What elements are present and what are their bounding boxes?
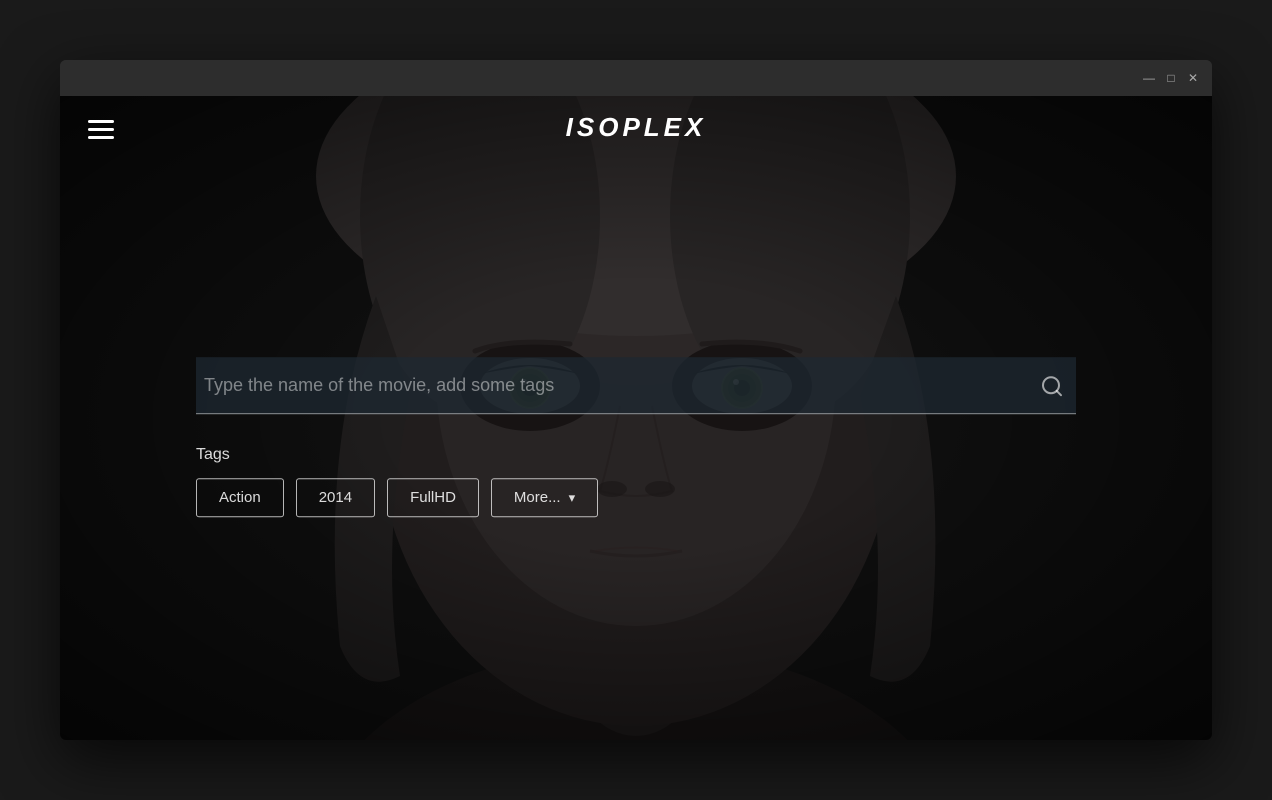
tags-section: Tags Action 2014 FullHD More... ▾ <box>196 446 1076 517</box>
search-button[interactable] <box>1040 374 1064 398</box>
maximize-button[interactable]: □ <box>1164 71 1178 85</box>
search-area: Tags Action 2014 FullHD More... ▾ <box>196 357 1076 517</box>
main-content: ISOPLEX Tags Action 2014 F <box>60 96 1212 740</box>
window-controls: — □ ✕ <box>1142 71 1200 85</box>
hamburger-line-3 <box>88 136 114 139</box>
tags-label: Tags <box>196 446 1076 464</box>
tag-fullhd[interactable]: FullHD <box>387 478 479 517</box>
tag-action[interactable]: Action <box>196 478 284 517</box>
hamburger-menu-button[interactable] <box>88 120 114 139</box>
chevron-down-icon: ▾ <box>569 490 576 506</box>
tag-2014[interactable]: 2014 <box>296 478 375 517</box>
search-icon <box>1040 374 1064 398</box>
title-bar: — □ ✕ <box>60 60 1212 96</box>
app-window: — □ ✕ <box>60 60 1212 740</box>
search-bar-container <box>196 357 1076 414</box>
app-logo: ISOPLEX <box>566 112 707 143</box>
hamburger-line-1 <box>88 120 114 123</box>
tags-row: Action 2014 FullHD More... ▾ <box>196 478 1076 517</box>
tag-more-label: More... <box>514 489 561 506</box>
search-input[interactable] <box>196 357 1076 414</box>
hamburger-line-2 <box>88 128 114 131</box>
minimize-button[interactable]: — <box>1142 71 1156 85</box>
close-button[interactable]: ✕ <box>1186 71 1200 85</box>
tag-more-button[interactable]: More... ▾ <box>491 478 598 517</box>
